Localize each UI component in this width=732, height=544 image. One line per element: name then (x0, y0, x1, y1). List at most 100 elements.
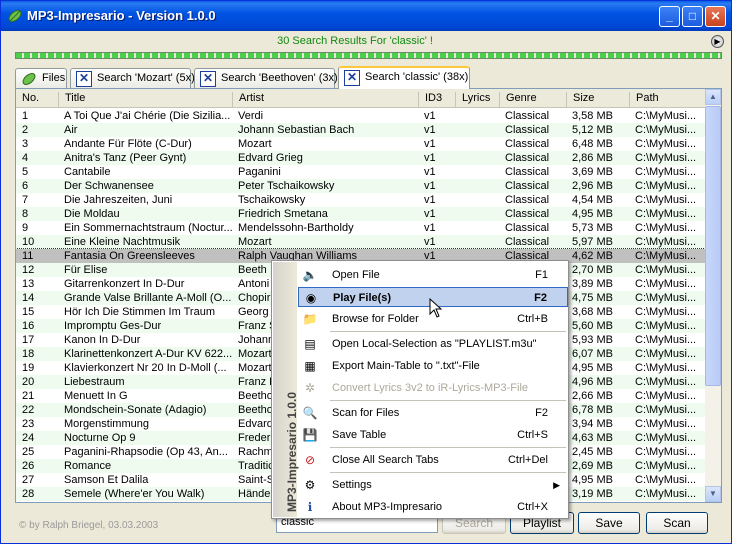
table-row[interactable]: 7 Die Jahreszeiten, Juni Tschaikowsky v1 Cla… (16, 193, 705, 207)
table-cell: 5,73 MB (572, 222, 613, 234)
table-cell: C:\MyMusi... (635, 334, 697, 346)
scroll-down-icon[interactable]: ▼ (705, 486, 721, 502)
table-cell: 9 (22, 222, 29, 234)
table-cell: 3,19 MB (572, 488, 613, 500)
table-cell: Cantabile (64, 166, 111, 178)
menu-item-save-table[interactable]: 💾 Save Table Ctrl+S (298, 425, 568, 445)
table-row[interactable]: 10 Eine Kleine Nachtmusik Mozart v1 Classica… (16, 235, 705, 249)
table-cell: Fantasia On Greensleeves (64, 250, 195, 262)
progress-bar (15, 52, 722, 59)
scan-button[interactable]: Scan (646, 512, 708, 534)
table-cell: Hör Ich Die Stimmen Im Traum (64, 306, 215, 318)
tab-search-mozart[interactable]: ✕ Search 'Mozart' (5x) (70, 68, 195, 88)
table-row[interactable]: 9 Ein Sommernachtstraum (Noctur... Mendels… (16, 221, 705, 235)
table-cell: 21 (22, 390, 35, 402)
table-cell: 4,62 MB (572, 250, 613, 262)
column-header[interactable]: Genre (499, 92, 569, 107)
table-cell: 2,69 MB (572, 460, 613, 472)
table-cell: 3,69 MB (572, 166, 613, 178)
table-cell: A Toi Que J'ai Chérie (Die Sizilia... (64, 110, 231, 122)
column-header[interactable]: Lyrics (455, 92, 503, 107)
table-cell: Anitra's Tanz (Peer Gynt) (64, 152, 187, 164)
column-header[interactable]: Size (566, 92, 632, 107)
table-cell: 4,95 MB (572, 362, 613, 374)
table-cell: C:\MyMusi... (635, 264, 697, 276)
menu-item-open-playlist[interactable]: ▤ Open Local-Selection as "PLAYLIST.m3u" (298, 334, 568, 354)
table-cell: 8 (22, 208, 29, 220)
table-cell: 13 (22, 278, 35, 290)
table-cell: Friedrich Smetana (238, 208, 328, 220)
context-menu: MP3-Impresario 1.0.0 🔈 Open File F1 ◉ Pl… (271, 260, 569, 519)
no-entry-icon: ⊘ (304, 453, 316, 467)
status-toggle-icon[interactable]: ▶ (711, 35, 724, 48)
close-box-icon[interactable]: ✕ (76, 71, 92, 87)
table-cell: Samson Et Dalila (64, 474, 149, 486)
table-row[interactable]: 3 Andante Für Flöte (C-Dur) Mozart v1 Classi… (16, 137, 705, 151)
table-cell: 28 (22, 488, 35, 500)
column-header[interactable]: Path (629, 92, 705, 107)
table-cell: 19 (22, 362, 35, 374)
close-box-icon[interactable]: ✕ (344, 70, 360, 86)
title-bar[interactable]: MP3-Impresario - Version 1.0.0 _ □ ✕ (1, 1, 731, 31)
menu-item-scan-files[interactable]: 🔍 Scan for Files F2 (298, 403, 568, 423)
table-cell: Klavierkonzert Nr 20 In D-Moll (... (64, 362, 227, 374)
table-cell: Classical (505, 166, 550, 178)
menu-item-about[interactable]: ℹ About MP3-Impresario Ctrl+X (298, 497, 568, 517)
tab-search-classic[interactable]: ✕ Search 'classic' (38x) (338, 66, 470, 89)
column-header[interactable]: ID3 (418, 92, 458, 107)
table-cell: C:\MyMusi... (635, 250, 697, 262)
scroll-up-icon[interactable]: ▲ (705, 89, 721, 105)
table-cell: 5,60 MB (572, 320, 613, 332)
table-cell: 4,95 MB (572, 208, 613, 220)
maximize-button[interactable]: □ (682, 6, 703, 27)
tab-files[interactable]: Files (15, 68, 67, 88)
menu-item-close-search-tabs[interactable]: ⊘ Close All Search Tabs Ctrl+Del (298, 450, 568, 470)
menu-item-export-table[interactable]: ▦ Export Main-Table to ".txt"-File (298, 356, 568, 376)
menu-item-settings[interactable]: ⚙ Settings ▶ (298, 475, 568, 495)
column-header[interactable]: Title (58, 92, 232, 107)
vertical-scrollbar[interactable]: ▲ ▼ (705, 89, 721, 502)
save-button[interactable]: Save (578, 512, 640, 534)
scroll-thumb[interactable] (705, 106, 721, 386)
close-box-icon[interactable]: ✕ (200, 71, 216, 87)
minimize-button[interactable]: _ (659, 6, 680, 27)
table-cell: Liebestraum (64, 376, 125, 388)
table-cell: 18 (22, 348, 35, 360)
table-row[interactable]: 1 A Toi Que J'ai Chérie (Die Sizilia... Ve… (16, 109, 705, 123)
copyright-text: © by Ralph Briegel, 03.03.2003 (19, 520, 159, 531)
table-cell: Grande Valse Brillante A-Moll (O... (64, 292, 232, 304)
table-cell: 11 (22, 250, 34, 262)
context-menu-sidebar: MP3-Impresario 1.0.0 (273, 262, 299, 517)
table-cell: 4,63 MB (572, 432, 613, 444)
table-header: No. Title Artist ID3 Lyrics Genre Size Path (16, 89, 705, 108)
leaf-icon (22, 73, 36, 85)
table-cell: 4,95 MB (572, 474, 613, 486)
table-cell: 6,78 MB (572, 404, 613, 416)
table-cell: Classical (505, 180, 550, 192)
table-row[interactable]: 6 Der Schwanensee Peter Tschaikowsky v1 Clas… (16, 179, 705, 193)
status-message: 30 Search Results For 'classic' ! (277, 35, 433, 47)
table-cell: v1 (424, 194, 436, 206)
tab-search-beethoven[interactable]: ✕ Search 'Beethoven' (3x) (194, 68, 338, 88)
table-cell: 4,75 MB (572, 292, 613, 304)
window-title: MP3-Impresario - Version 1.0.0 (27, 8, 216, 23)
leaf-icon (8, 10, 22, 22)
close-button[interactable]: ✕ (705, 6, 726, 27)
table-cell: Mendelssohn-Bartholdy (238, 222, 354, 234)
table-row[interactable]: 5 Cantabile Paganini v1 Classical 3,69 MB C:\M… (16, 165, 705, 179)
table-cell: 14 (22, 292, 35, 304)
table-cell: Die Moldau (64, 208, 120, 220)
table-cell: Classical (505, 110, 550, 122)
table-cell: C:\MyMusi... (635, 460, 697, 472)
table-row[interactable]: 8 Die Moldau Friedrich Smetana v1 Classical 4… (16, 207, 705, 221)
menu-item-open-file[interactable]: 🔈 Open File F1 (298, 265, 568, 285)
table-cell: 3,58 MB (572, 110, 613, 122)
table-row[interactable]: 2 Air Johann Sebastian Bach v1 Classical 5,12… (16, 123, 705, 137)
table-cell: Für Elise (64, 264, 108, 276)
table-cell: C:\MyMusi... (635, 180, 697, 192)
table-cell: Paganini (238, 166, 281, 178)
table-cell: v1 (424, 236, 436, 248)
column-header[interactable]: No. (16, 92, 60, 107)
table-row[interactable]: 4 Anitra's Tanz (Peer Gynt) Edvard Grieg v1… (16, 151, 705, 165)
column-header[interactable]: Artist (232, 92, 418, 107)
